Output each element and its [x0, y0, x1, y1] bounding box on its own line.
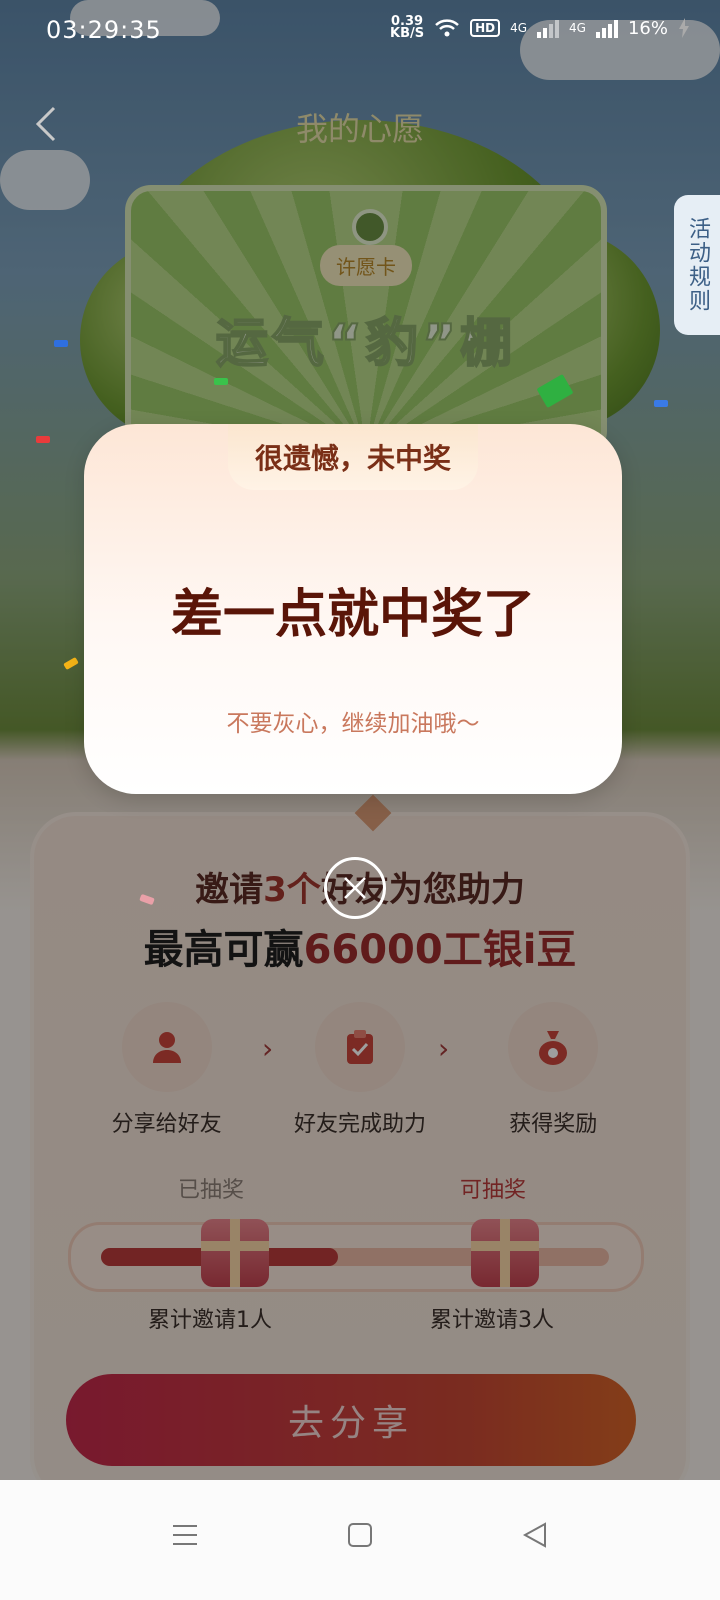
- confetti: [214, 378, 228, 385]
- triangle-back-icon: [522, 1522, 546, 1548]
- network-type: 4G: [510, 21, 528, 35]
- hd-badge: HD: [470, 19, 501, 37]
- confetti: [54, 340, 68, 347]
- status-bar: 03:29:35 0.39 KB/S HD 4G 4G 16%: [0, 0, 720, 64]
- confetti: [36, 436, 50, 443]
- signal-icon: [595, 18, 618, 38]
- back-button[interactable]: [505, 1510, 565, 1560]
- home-button[interactable]: [330, 1510, 390, 1560]
- wifi-icon: [435, 19, 459, 37]
- close-icon: [344, 877, 366, 899]
- page-title: 我的心愿: [295, 110, 424, 148]
- battery-charging-icon: [679, 18, 689, 38]
- signal-icon: [537, 18, 560, 38]
- close-button[interactable]: [324, 857, 386, 919]
- network-type: 4G: [569, 21, 586, 35]
- result-modal: 很遗憾，未中奖 差一点就中奖了 不要灰心，继续加油哦～: [84, 424, 622, 794]
- modal-title: 差一点就中奖了: [170, 585, 535, 645]
- battery-level: 16%: [627, 17, 668, 39]
- activity-rules-tab[interactable]: 活动规则: [674, 195, 720, 335]
- status-icons: 0.39 KB/S HD 4G 4G 16%: [390, 15, 690, 41]
- modal-subtitle: 不要灰心，继续加油哦～: [226, 711, 480, 737]
- speed-unit: KB/S: [390, 26, 425, 41]
- system-nav-bar: [0, 1480, 720, 1600]
- menu-button[interactable]: [155, 1510, 215, 1560]
- status-time: 03:29:35: [46, 16, 162, 44]
- square-icon: [348, 1523, 372, 1547]
- modal-tag: 很遗憾，未中奖: [228, 424, 478, 490]
- network-speed: 0.39 KB/S: [390, 15, 425, 41]
- confetti: [654, 400, 668, 407]
- menu-icon: [173, 1525, 197, 1545]
